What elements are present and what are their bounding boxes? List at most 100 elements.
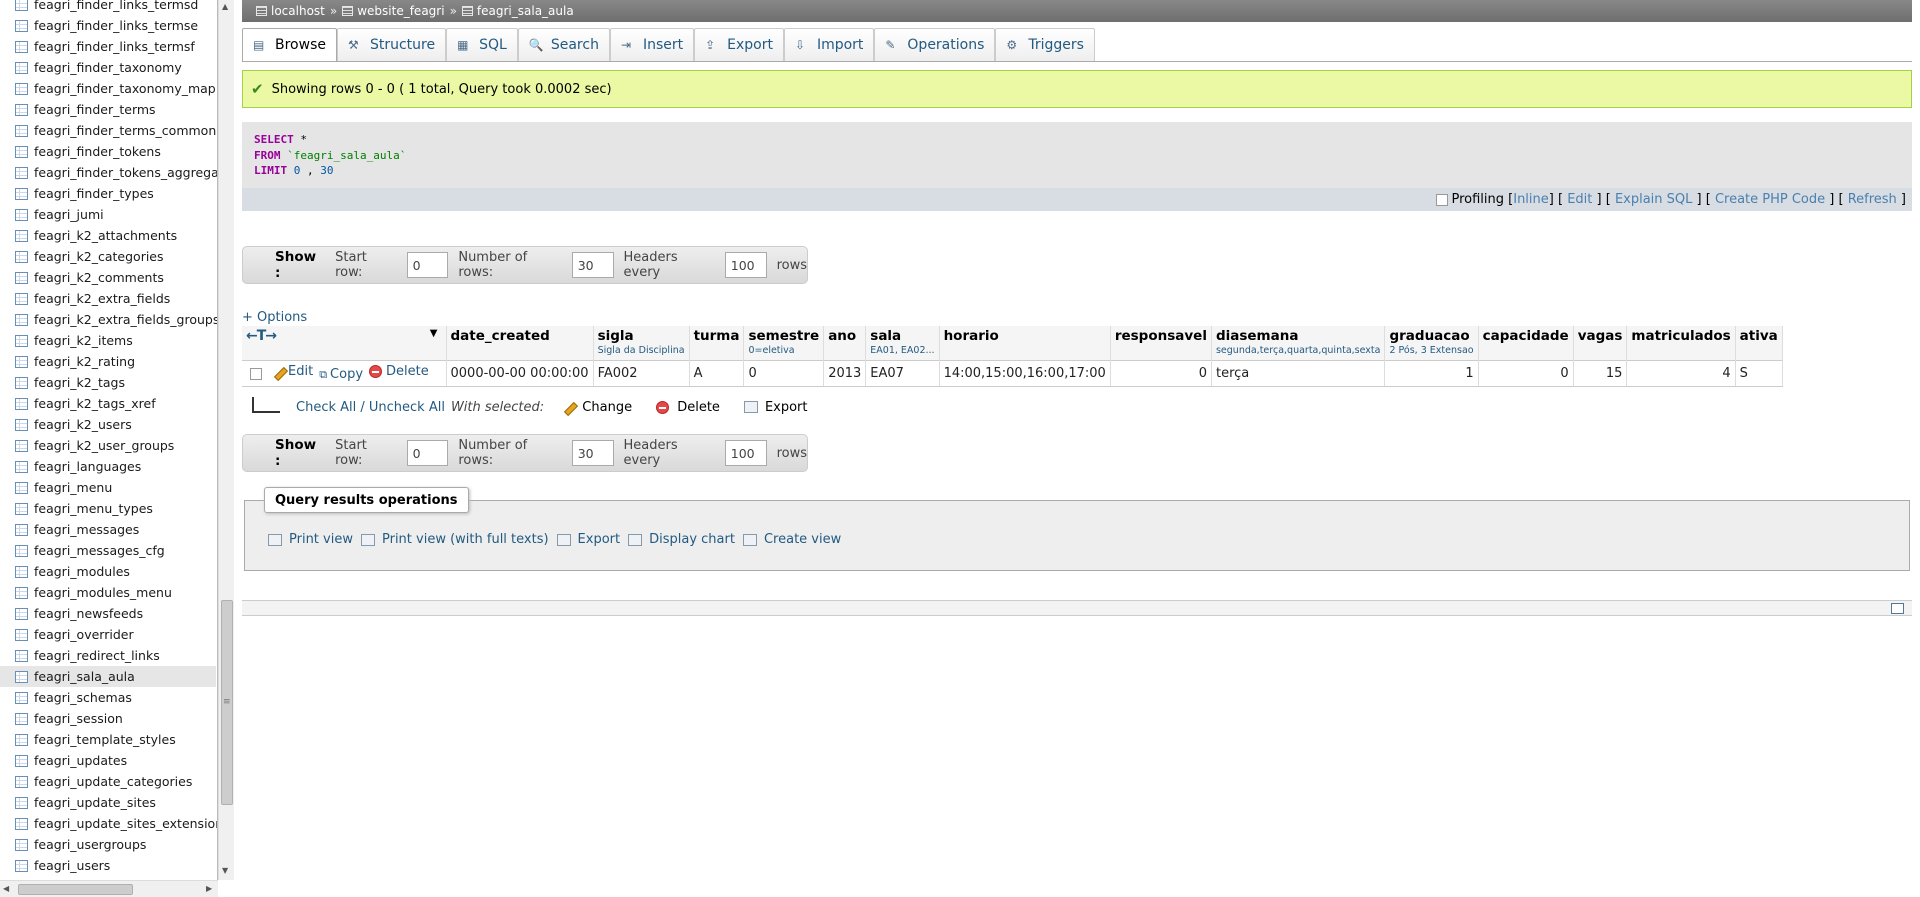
tab-operations[interactable]: ✎ Operations: [874, 28, 996, 61]
column-header-turma[interactable]: turma: [689, 326, 745, 360]
sidebar-table-item[interactable]: feagri_finder_terms: [0, 99, 216, 120]
sidebar-table-label[interactable]: feagri_k2_users: [34, 417, 132, 432]
tab-sql[interactable]: ▦ SQL: [446, 28, 518, 61]
export-link[interactable]: Export: [556, 532, 620, 547]
sidebar-table-label[interactable]: feagri_menu_types: [34, 501, 153, 516]
table-icon[interactable]: [15, 670, 28, 683]
sidebar-table-label[interactable]: feagri_languages: [34, 459, 141, 474]
sidebar-table-label[interactable]: feagri_k2_categories: [34, 249, 164, 264]
column-name[interactable]: ano: [828, 328, 856, 344]
cell-horario[interactable]: 14:00,15:00,16:00,17:00: [939, 359, 1111, 387]
tab-search[interactable]: 🔍 Search: [517, 28, 610, 61]
table-icon[interactable]: [15, 208, 28, 221]
sidebar-table-item[interactable]: feagri_finder_terms_common: [0, 120, 216, 141]
column-header-sala[interactable]: sala EA01, EA02...: [865, 326, 940, 360]
sidebar-table-label[interactable]: feagri_template_styles: [34, 732, 176, 747]
column-header-date_created[interactable]: date_created: [446, 326, 594, 360]
tab-export[interactable]: ⇪ Export: [694, 28, 784, 61]
column-name[interactable]: responsavel: [1115, 328, 1207, 344]
sort-dropdown-icon[interactable]: ▼: [430, 328, 438, 339]
table-icon[interactable]: [15, 124, 28, 137]
profiling-checkbox[interactable]: [1436, 193, 1449, 206]
headers-every-input[interactable]: 100: [724, 440, 767, 466]
column-header-vagas[interactable]: vagas: [1573, 326, 1628, 360]
sidebar-table-item[interactable]: feagri_overrider: [0, 624, 216, 645]
table-icon[interactable]: [15, 103, 28, 116]
scrollbar-thumb[interactable]: [18, 884, 133, 895]
column-header-capacidade[interactable]: capacidade: [1478, 326, 1574, 360]
table-icon[interactable]: [15, 796, 28, 809]
table-icon[interactable]: [15, 544, 28, 557]
sidebar-table-item[interactable]: feagri_schemas: [0, 687, 216, 708]
scroll-up-icon[interactable]: ▲: [222, 2, 228, 11]
cell-ativa[interactable]: S: [1735, 359, 1783, 387]
sidebar-table-item[interactable]: feagri_k2_tags: [0, 372, 216, 393]
table-icon[interactable]: [15, 817, 28, 830]
table-icon[interactable]: [15, 334, 28, 347]
sidebar-table-item[interactable]: feagri_k2_attachments: [0, 225, 216, 246]
row-delete-button[interactable]: Delete: [369, 364, 429, 379]
sidebar-table-label[interactable]: feagri_newsfeeds: [34, 606, 143, 621]
edit-sql-link[interactable]: Edit: [1567, 192, 1592, 207]
sidebar-horizontal-scrollbar[interactable]: ◀ ▶: [0, 880, 218, 897]
sidebar-table-label[interactable]: feagri_update_sites_extensions: [34, 816, 217, 831]
sidebar-table-label[interactable]: feagri_finder_links_termsd: [34, 0, 198, 12]
sidebar-table-item[interactable]: feagri_newsfeeds: [0, 603, 216, 624]
table-icon[interactable]: [15, 523, 28, 536]
sidebar-table-label[interactable]: feagri_k2_extra_fields: [34, 291, 170, 306]
sidebar-table-item[interactable]: feagri_template_styles: [0, 729, 216, 750]
tab-insert[interactable]: ⇥ Insert: [609, 28, 695, 61]
sidebar-table-item[interactable]: feagri_jumi: [0, 204, 216, 225]
bulk-export-button[interactable]: Export: [743, 400, 808, 415]
sidebar-table-label[interactable]: feagri_users: [34, 858, 110, 873]
row-edit-button[interactable]: Edit: [272, 364, 313, 379]
breadcrumb-database[interactable]: website_feagri: [342, 4, 445, 18]
table-icon[interactable]: [15, 397, 28, 410]
column-name[interactable]: turma: [694, 328, 740, 344]
sidebar-table-item[interactable]: feagri_k2_extra_fields: [0, 288, 216, 309]
sidebar-table-item[interactable]: feagri_menu_types: [0, 498, 216, 519]
sidebar-table-item[interactable]: feagri_k2_items: [0, 330, 216, 351]
sidebar-table-item[interactable]: feagri_messages_cfg: [0, 540, 216, 561]
sidebar-vertical-scrollbar[interactable]: ▲ ≡ ▼: [218, 0, 234, 880]
table-icon[interactable]: [15, 40, 28, 53]
table-icon[interactable]: [15, 250, 28, 263]
print-view-full-link[interactable]: Print view (with full texts): [360, 532, 549, 547]
table-icon[interactable]: [15, 607, 28, 620]
row-checkbox[interactable]: [250, 368, 262, 381]
cell-date_created[interactable]: 0000-00-00 00:00:00: [446, 359, 594, 387]
cell-ano[interactable]: 2013: [823, 359, 867, 387]
breadcrumb-table[interactable]: feagri_sala_aula: [461, 4, 574, 18]
cell-vagas[interactable]: 15: [1573, 359, 1628, 387]
inline-link[interactable]: Inline: [1513, 192, 1549, 207]
table-icon[interactable]: [15, 859, 28, 872]
column-name[interactable]: vagas: [1578, 328, 1623, 344]
sidebar-table-item[interactable]: feagri_usergroups: [0, 834, 216, 855]
table-icon[interactable]: [15, 355, 28, 368]
table-icon[interactable]: [15, 460, 28, 473]
create-php-code-link[interactable]: Create PHP Code: [1715, 192, 1825, 207]
sidebar-table-label[interactable]: feagri_redirect_links: [34, 648, 160, 663]
table-icon[interactable]: [15, 313, 28, 326]
sidebar-table-label[interactable]: feagri_finder_terms: [34, 102, 156, 117]
table-icon[interactable]: [15, 775, 28, 788]
explain-sql-link[interactable]: Explain SQL: [1615, 192, 1692, 207]
sidebar-table-item[interactable]: feagri_update_categories: [0, 771, 216, 792]
sidebar-table-label[interactable]: feagri_jumi: [34, 207, 104, 222]
sidebar-table-label[interactable]: feagri_session: [34, 711, 123, 726]
sidebar-table-label[interactable]: feagri_finder_types: [34, 186, 154, 201]
sidebar-table-item[interactable]: feagri_session: [0, 708, 216, 729]
column-name[interactable]: sigla: [598, 328, 634, 344]
bulk-delete-button[interactable]: Delete: [656, 400, 720, 415]
tab-structure[interactable]: ⚒ Structure: [336, 28, 447, 61]
check-all-link[interactable]: Check All / Uncheck All: [296, 400, 445, 415]
sidebar-table-label[interactable]: feagri_messages: [34, 522, 139, 537]
sidebar-table-item[interactable]: feagri_redirect_links: [0, 645, 216, 666]
options-toggle-link[interactable]: + Options: [242, 310, 307, 325]
start-row-input[interactable]: 0: [406, 252, 449, 278]
number-of-rows-input[interactable]: 30: [571, 252, 614, 278]
sidebar-table-label[interactable]: feagri_schemas: [34, 690, 132, 705]
sidebar-table-label[interactable]: feagri_sala_aula: [34, 669, 135, 684]
column-header-responsavel[interactable]: responsavel: [1110, 326, 1212, 360]
scroll-down-icon[interactable]: ▼: [222, 866, 228, 875]
